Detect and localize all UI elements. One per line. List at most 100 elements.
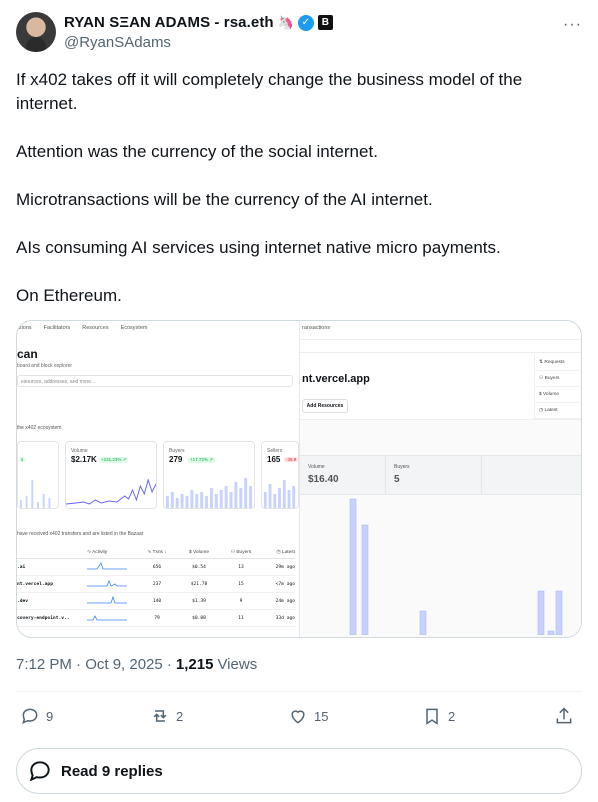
share-button[interactable] — [554, 706, 574, 726]
avatar[interactable] — [16, 12, 56, 52]
embedded-side-menu: ⇅ Requests ⚇ Buyers $ Volume ◷ Latest — [534, 355, 581, 419]
read-replies-button[interactable]: Read 9 replies — [16, 748, 582, 794]
repost-button[interactable]: 2 — [150, 706, 183, 726]
embedded-menu-item: ⚇ Buyers — [535, 371, 581, 387]
tweet-header: RYAN SΞAN ADAMS - rsa.eth 🦄 ✓ B @RyanSAd… — [16, 12, 582, 54]
stat-delta: +17.72% ↗ — [188, 457, 215, 463]
column-header: ∿ Txns ↓ — [147, 550, 167, 555]
tweet-media[interactable]: ations Facilitators Resources Ecosystem … — [16, 320, 582, 638]
cell-buyers: 11 — [238, 615, 244, 621]
cell-latest: 24m ago — [275, 598, 295, 604]
embedded-resource-title: nt.vercel.app — [302, 373, 370, 385]
stat-label: Volume — [71, 448, 88, 454]
cell-txns: 140 — [152, 598, 162, 604]
cell-activity-sparkline — [87, 561, 137, 573]
author-name-row[interactable]: RYAN SΞAN ADAMS - rsa.eth 🦄 ✓ B — [64, 14, 333, 31]
display-name[interactable]: RYAN SΞAN ADAMS - rsa.eth — [64, 14, 274, 31]
tweet-time[interactable]: 7:12 PM · Oct 9, 2025 · — [16, 656, 172, 673]
embedded-nav-item: ations — [17, 325, 32, 331]
embedded-table: ∿ Activity ∿ Txns ↓ $ Volume ⚇ Buyers ◷ … — [17, 547, 295, 627]
stat-card-volume: Volume $2.17K +231.23% ↗ — [65, 441, 157, 509]
like-button[interactable]: 15 — [288, 706, 328, 726]
table-row: .ai 656 $0.54 13 29m ago — [17, 559, 295, 576]
column-header: ◷ Latest — [276, 550, 295, 555]
stat-sparkline — [263, 480, 296, 508]
column-header: ∿ Activity — [87, 550, 108, 555]
table-row: .dev 140 $1.39 9 24m ago — [17, 593, 295, 610]
embedded-menu-item: ◷ Latest — [535, 403, 581, 419]
reply-icon — [22, 708, 38, 725]
stat-value: 5 — [394, 474, 400, 485]
repost-icon — [153, 710, 167, 722]
stat-delta: -35.9 — [284, 457, 298, 462]
embedded-search: esources, addresses, and more... — [17, 375, 293, 387]
embedded-description: have received x402 transfers and are lis… — [17, 531, 144, 537]
bookmark-button[interactable]: 2 — [422, 706, 455, 726]
cell-activity-sparkline — [87, 595, 137, 607]
affiliate-badge-icon[interactable]: B — [317, 15, 333, 30]
table-row: covery-endpoint.v.. 79 $0.08 11 33d ago — [17, 610, 295, 627]
stat-card-buyers: Buyers 279 +17.72% ↗ — [163, 441, 255, 509]
stat-card-sellers: Sellers 165 -35.9 — [261, 441, 299, 509]
unicorn-emoji: 🦄 — [277, 14, 294, 30]
author-handle[interactable]: @RyanSAdams — [64, 34, 171, 51]
views-count: 1,215 — [175, 656, 214, 673]
embedded-menu-item: $ Volume — [535, 387, 581, 403]
like-count: 15 — [314, 708, 329, 724]
embedded-stat-volume: Volume $16.40 — [300, 456, 386, 494]
cell-txns: 656 — [152, 564, 162, 570]
table-header: ∿ Activity ∿ Txns ↓ $ Volume ⚇ Buyers ◷ … — [17, 547, 295, 559]
embedded-title: can — [17, 347, 38, 361]
more-options-icon[interactable]: ··· — [563, 16, 582, 34]
divider — [16, 691, 582, 692]
tweet-paragraph: If x402 takes off it will completely cha… — [16, 70, 523, 113]
media-image-right[interactable]: ransactions nt.vercel.app Add Resources … — [299, 321, 581, 637]
tweet-paragraph: Microtransactions will be the currency o… — [16, 190, 433, 209]
read-replies-label: Read 9 replies — [61, 762, 163, 780]
repost-count: 2 — [176, 708, 184, 724]
cell-latest: 33d ago — [275, 615, 295, 621]
stat-delta: s — [19, 457, 26, 462]
embedded-nav-item: Facilitators — [43, 325, 71, 331]
stat-sparkline — [19, 480, 51, 508]
verified-badge-icon: ✓ — [297, 14, 314, 31]
stat-label: Sellers — [267, 448, 283, 454]
cell-txns: 79 — [154, 615, 160, 621]
embedded-stat-buyers: Buyers 5 — [386, 456, 482, 494]
cell-volume: $1.39 — [192, 598, 206, 604]
media-image-left[interactable]: ations Facilitators Resources Ecosystem … — [17, 321, 299, 637]
stat-delta: +231.23% ↗ — [99, 457, 129, 463]
share-icon — [556, 707, 572, 724]
column-header: $ Volume — [188, 550, 209, 555]
reply-button[interactable]: 9 — [20, 706, 53, 726]
tweet-paragraph: On Ethereum. — [16, 286, 122, 305]
cell-name: nt.vercel.app — [17, 581, 53, 587]
embedded-stat-row: Volume $16.40 Buyers 5 — [300, 455, 581, 495]
embedded-eco-label: the x402 ecosystem — [17, 425, 62, 431]
bookmark-icon — [426, 708, 438, 725]
cell-name: covery-endpoint.v.. — [17, 615, 70, 621]
tweet-actions: 9 2 15 2 — [16, 700, 582, 734]
stat-label: Volume — [308, 464, 325, 470]
cell-volume: $0.54 — [192, 564, 206, 570]
cell-latest: 29m ago — [275, 564, 295, 570]
cell-name: .dev — [17, 598, 29, 604]
tweet-text: If x402 takes off it will completely cha… — [16, 68, 582, 332]
tweet-paragraph: AIs consuming AI services using internet… — [16, 238, 501, 257]
cell-activity-sparkline — [87, 612, 137, 624]
stat-card: s — [17, 441, 59, 509]
tweet-paragraph: Attention was the currency of the social… — [16, 142, 378, 161]
embedded-subtitle: board and block explorer — [17, 363, 73, 369]
embedded-menu-item: ⇅ Requests — [535, 355, 581, 371]
cell-txns: 237 — [152, 581, 162, 587]
tweet-timestamp[interactable]: 7:12 PM · Oct 9, 2025 · 1,215 Views — [16, 656, 257, 673]
cell-buyers: 13 — [238, 564, 244, 570]
stat-value: $2.17K — [71, 455, 97, 464]
stat-value: 279 — [169, 455, 183, 464]
reply-icon — [29, 761, 50, 782]
embedded-toolbar — [300, 339, 581, 353]
embedded-bar-chart — [349, 498, 563, 635]
cell-buyers: 9 — [239, 598, 243, 604]
cell-activity-sparkline — [87, 578, 137, 590]
add-resources-button: Add Resources — [302, 399, 348, 413]
